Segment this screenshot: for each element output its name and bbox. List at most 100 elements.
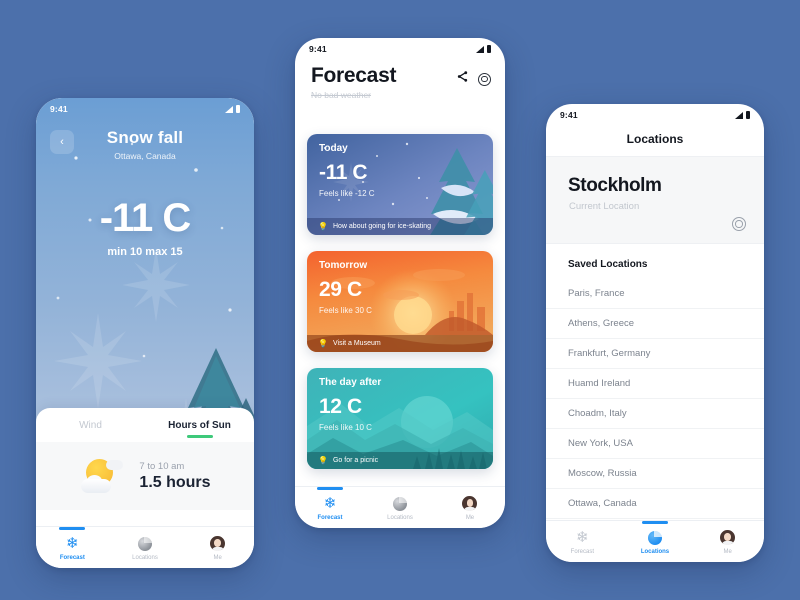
list-item[interactable]: Frankfurt, Germany <box>546 339 764 369</box>
target-icon[interactable] <box>732 217 746 231</box>
card-day: The day after <box>319 377 382 388</box>
forecast-card-day-after[interactable]: The day after 12 C Feels like 10 C 💡 Go … <box>307 368 493 469</box>
current-location-card[interactable]: Stockholm Current Location <box>546 156 764 244</box>
nav-locations[interactable]: Locations <box>109 535 181 561</box>
min-max-label: min 10 max 15 <box>107 246 183 258</box>
bulb-icon: 💡 <box>318 221 328 231</box>
saved-locations-header: Saved Locations <box>568 259 648 270</box>
globe-icon <box>392 495 407 513</box>
forecast-titles: Forecast No bad weather <box>311 64 396 100</box>
card-tip-text: Visit a Museum <box>332 340 381 347</box>
nav-me[interactable]: Me <box>692 529 764 555</box>
saved-locations-list: Paris, France Athens, Greece Frankfurt, … <box>546 279 764 520</box>
nav-me-label: Me <box>723 548 732 555</box>
signal-icon <box>735 111 743 119</box>
tab-wind[interactable]: Wind <box>36 420 145 431</box>
status-bar: 9:41 <box>295 38 505 60</box>
card-feels-like: Feels like 10 C <box>319 423 372 432</box>
nav-me[interactable]: Me <box>182 535 254 561</box>
card-temperature: 12 C <box>319 395 362 418</box>
avatar-icon <box>210 535 226 553</box>
avatar-icon <box>462 495 478 513</box>
snowflake-icon: ❄ <box>323 495 337 512</box>
bulb-icon: 💡 <box>318 338 328 348</box>
snowflake-icon: ❄ <box>66 535 79 552</box>
card-tip: 💡 How about going for ice-skating <box>307 218 493 235</box>
phone-forecast: 9:41 Forecast No bad weather Today -11 C… <box>295 38 505 528</box>
status-bar: 9:41 <box>546 104 764 126</box>
list-item[interactable]: Paris, France <box>546 279 764 309</box>
sun-panel-text: 7 to 10 am 1.5 hours <box>139 461 210 492</box>
signal-icon <box>476 45 484 53</box>
list-item[interactable]: New York, USA <box>546 429 764 459</box>
card-tip-text: Go for a picnic <box>332 457 379 464</box>
bottom-nav: ❄ Forecast Locations Me <box>295 486 505 528</box>
nav-locations-label: Locations <box>387 514 413 521</box>
card-tip: 💡 Go for a picnic <box>307 452 493 469</box>
sun-duration: 1.5 hours <box>139 473 211 491</box>
phone-locations: 9:41 Locations Stockholm Current Locatio… <box>546 104 764 562</box>
nav-active-indicator <box>59 526 86 530</box>
nav-locations[interactable]: Locations <box>619 520 691 555</box>
status-time: 9:41 <box>309 44 327 54</box>
card-feels-like: Feels like 30 C <box>319 306 372 315</box>
signal-icon <box>225 105 233 113</box>
nav-forecast[interactable]: ❄ Forecast <box>36 526 108 561</box>
back-button[interactable]: ‹ <box>50 130 74 154</box>
nav-me-label: Me <box>213 554 222 561</box>
share-icon[interactable] <box>456 70 469 88</box>
sun-panel: 7 to 10 am 1.5 hours <box>36 442 254 510</box>
list-item[interactable]: Huamd Ireland <box>546 369 764 399</box>
status-time: 9:41 <box>560 110 578 120</box>
bottom-nav: ❄ Forecast Locations Me <box>36 526 254 568</box>
nav-locations[interactable]: Locations <box>365 495 434 521</box>
nav-me-label: Me <box>465 514 475 521</box>
status-icons <box>476 45 491 53</box>
header-actions <box>456 64 491 88</box>
card-feels-like: Feels like -12 C <box>319 189 375 198</box>
target-icon[interactable] <box>478 72 491 86</box>
card-day: Today <box>319 143 348 154</box>
tab-hours-of-sun[interactable]: Hours of Sun <box>145 420 254 431</box>
detail-sheet: Wind Hours of Sun 7 to 10 am 1.5 hours <box>36 408 254 526</box>
page-subtitle: No bad weather <box>311 90 372 100</box>
nav-forecast-label: Forecast <box>317 514 343 521</box>
list-item[interactable]: Ottawa, Canada <box>546 489 764 519</box>
card-text: The day after 12 C Feels like 10 C <box>319 377 485 432</box>
bulb-icon: 💡 <box>318 455 328 465</box>
nav-forecast[interactable]: ❄ Forecast <box>295 486 364 521</box>
sun-behind-cloud-icon <box>79 456 125 496</box>
nav-me[interactable]: Me <box>435 495 504 521</box>
nav-forecast[interactable]: ❄ Forecast <box>546 529 618 555</box>
current-city: Stockholm <box>568 175 662 196</box>
globe-icon <box>137 535 152 553</box>
battery-icon <box>236 105 240 113</box>
card-temperature: 29 C <box>319 278 362 301</box>
card-text: Tomorrow 29 C Feels like 30 C <box>319 260 485 315</box>
status-time: 9:41 <box>50 104 68 114</box>
nav-forecast-label: Forecast <box>59 554 85 561</box>
screenshot-canvas: 9:41 ‹ Snow fall Ottawa, Canada -11 C mi… <box>0 0 800 600</box>
list-item[interactable]: Choadm, Italy <box>546 399 764 429</box>
forecast-card-tomorrow[interactable]: Tomorrow 29 C Feels like 30 C 💡 Visit a … <box>307 251 493 352</box>
phone-weather-detail: 9:41 ‹ Snow fall Ottawa, Canada -11 C mi… <box>36 98 254 568</box>
status-icons <box>735 111 750 119</box>
snowflake-icon: ❄ <box>576 529 589 546</box>
list-item[interactable]: Athens, Greece <box>546 309 764 339</box>
battery-icon <box>487 45 491 53</box>
avatar-icon <box>720 529 736 547</box>
globe-icon <box>647 529 662 547</box>
status-bar: 9:41 <box>36 98 254 120</box>
page-title: Locations <box>626 132 684 146</box>
nav-locations-label: Locations <box>132 554 158 561</box>
card-tip: 💡 Visit a Museum <box>307 335 493 352</box>
forecast-header: Forecast No bad weather <box>311 64 491 100</box>
list-item[interactable]: Moscow, Russia <box>546 459 764 489</box>
nav-forecast-label: Forecast <box>570 548 594 555</box>
nav-locations-label: Locations <box>640 548 670 555</box>
forecast-card-today[interactable]: Today -11 C Feels like -12 C 💡 How about… <box>307 134 493 235</box>
forecast-card-list: Today -11 C Feels like -12 C 💡 How about… <box>307 134 493 469</box>
nav-active-indicator <box>316 486 343 490</box>
status-icons <box>225 105 240 113</box>
current-location-label: Current Location <box>569 201 640 212</box>
